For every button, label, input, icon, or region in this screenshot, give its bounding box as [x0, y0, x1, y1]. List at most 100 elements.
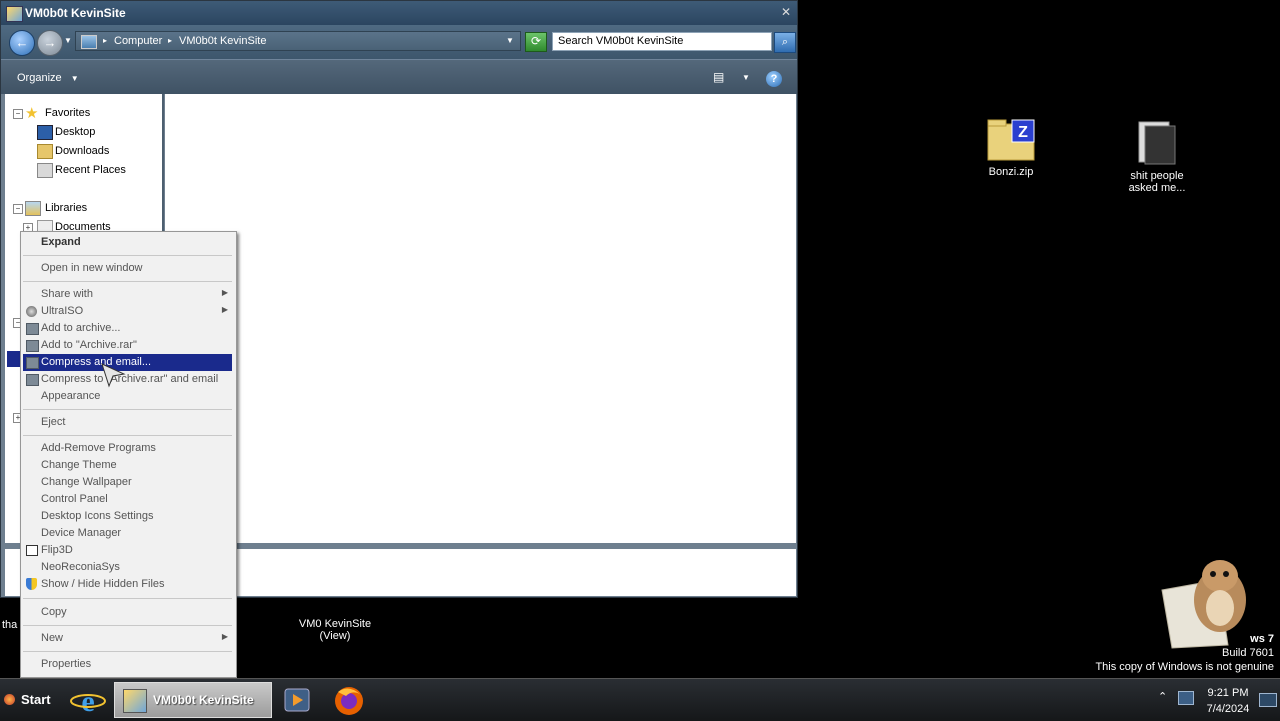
nav-item-recent-places[interactable]: Recent Places [55, 164, 126, 176]
menu-item-expand[interactable]: Expand [23, 234, 232, 251]
menu-item-add-to-archive-rar[interactable]: Add to "Archive.rar" [23, 337, 232, 354]
menu-item-copy[interactable]: Copy [23, 604, 232, 621]
computer-icon [81, 35, 97, 49]
history-dropdown-icon[interactable]: ▼ [64, 36, 72, 45]
menu-item-flip3d[interactable]: Flip3D [23, 542, 232, 559]
menu-label: Compress to "Archive.rar" and email [41, 373, 219, 385]
menu-item-show-hide-hidden-files[interactable]: Show / Hide Hidden Files [23, 576, 232, 593]
menu-item-control-panel[interactable]: Control Panel [23, 491, 232, 508]
refresh-button[interactable]: ⟳ [525, 32, 547, 52]
menu-item-compress-rar-email[interactable]: Compress to "Archive.rar" and email [23, 371, 232, 388]
show-hidden-icons-icon[interactable]: ⌃ [1158, 690, 1167, 703]
desktop-icon-folder[interactable]: shit people asked me... [1112, 118, 1202, 194]
taskbar-explorer-window[interactable]: VM0b0t KevinSite [114, 682, 272, 718]
system-clock[interactable]: 9:21 PM 7/4/2024 [1200, 685, 1256, 717]
firefox-icon [335, 687, 363, 715]
menu-label: Control Panel [41, 493, 108, 505]
menu-separator [23, 651, 232, 652]
help-icon[interactable]: ? [766, 71, 782, 87]
menu-item-add-remove-programs[interactable]: Add-Remove Programs [23, 440, 232, 457]
menu-separator [23, 255, 232, 256]
menu-item-new[interactable]: New ▶ [23, 630, 232, 647]
menu-item-device-manager[interactable]: Device Manager [23, 525, 232, 542]
desktop-icon [37, 125, 53, 140]
menu-item-ultraiso[interactable]: UltraISO ▶ [23, 303, 232, 320]
downloads-icon [37, 144, 53, 159]
menu-item-neoreconiasys[interactable]: NeoReconiaSys [23, 559, 232, 576]
menu-item-compress-and-email[interactable]: Compress and email... [23, 354, 232, 371]
menu-label: Change Wallpaper [41, 476, 132, 488]
nav-item-libraries[interactable]: Libraries [45, 202, 87, 214]
menu-item-open-new-window[interactable]: Open in new window [23, 260, 232, 277]
clock-time: 9:21 PM [1207, 687, 1249, 699]
explorer-icon [6, 6, 23, 22]
menu-item-change-wallpaper[interactable]: Change Wallpaper [23, 474, 232, 491]
menu-label: Change Theme [41, 459, 117, 471]
menu-item-desktop-icons-settings[interactable]: Desktop Icons Settings [23, 508, 232, 525]
menu-label: Show / Hide Hidden Files [41, 578, 165, 590]
menu-label: Compress and email... [41, 356, 152, 368]
breadcrumb-computer[interactable]: Computer [114, 35, 162, 47]
collapse-libraries-icon[interactable]: − [13, 204, 23, 214]
menu-label: Share with [41, 288, 93, 300]
file-list-area[interactable] [165, 94, 796, 543]
address-dropdown-icon[interactable]: ▼ [506, 36, 514, 45]
menu-item-change-theme[interactable]: Change Theme [23, 457, 232, 474]
collapse-favorites-icon[interactable]: − [13, 109, 23, 119]
close-button[interactable]: ✕ [779, 5, 793, 19]
internet-explorer-icon: e [70, 685, 106, 718]
arrow-left-icon: ← [15, 35, 29, 50]
menu-separator [23, 409, 232, 410]
libraries-icon [25, 201, 41, 216]
taskbar-window-title: VM0b0t KevinSite [153, 693, 254, 707]
folder-label-line1: shit people [1130, 170, 1184, 182]
desktop-partial-label: tha [2, 619, 18, 631]
submenu-arrow-icon: ▶ [221, 305, 228, 314]
network-icon[interactable] [1178, 691, 1194, 705]
explorer-icon [123, 689, 147, 713]
views-dropdown-icon[interactable]: ▼ [742, 73, 750, 82]
clock-date: 7/4/2024 [1206, 703, 1250, 715]
nav-item-desktop[interactable]: Desktop [55, 126, 95, 138]
submenu-arrow-icon: ▶ [221, 288, 228, 297]
action-center-icon[interactable] [1259, 693, 1277, 707]
menu-item-appearance[interactable]: Appearance [23, 388, 232, 405]
context-menu: Expand Open in new window Share with ▶ Ul… [20, 231, 237, 678]
menu-item-eject[interactable]: Eject [23, 414, 232, 431]
menu-separator [23, 281, 232, 282]
menu-label: Eject [41, 416, 66, 428]
address-box[interactable]: ▸ Computer ▸ VM0b0t KevinSite ▼ [75, 31, 521, 51]
svg-text:Z: Z [1018, 124, 1028, 141]
nav-item-favorites[interactable]: Favorites [45, 107, 90, 119]
breadcrumb-sep-icon: ▸ [103, 36, 108, 45]
taskbar-media-player[interactable] [276, 682, 320, 718]
desktop-icon-label: shit people asked me... [1112, 170, 1202, 194]
desktop-icon-label: VM0 KevinSite (View) [290, 618, 380, 642]
search-icon[interactable]: ⌕ [774, 32, 796, 53]
desktop-icon-vm-kevinsite[interactable]: VM0 KevinSite (View) [290, 598, 380, 642]
menu-item-properties[interactable]: Properties [23, 656, 232, 673]
views-icon[interactable]: ▤ [713, 70, 724, 84]
taskbar-firefox[interactable] [328, 682, 372, 718]
organize-button[interactable]: Organize ▼ [17, 72, 79, 84]
winrar-icon [26, 357, 39, 369]
menu-item-add-to-archive[interactable]: Add to archive... [23, 320, 232, 337]
ultraiso-icon [26, 306, 37, 317]
menu-label: UltraISO [41, 305, 84, 317]
chevron-down-icon: ▼ [70, 74, 79, 83]
forward-button[interactable]: → [37, 30, 63, 56]
start-button[interactable]: Start [2, 687, 54, 713]
selected-tree-item[interactable] [7, 351, 21, 367]
desktop-icon-bonzi-zip[interactable]: Z Bonzi.zip [966, 118, 1056, 178]
breadcrumb-current[interactable]: VM0b0t KevinSite [179, 35, 266, 47]
window-titlebar[interactable]: VM0b0t KevinSite ✕ [1, 1, 797, 25]
menu-item-share-with[interactable]: Share with ▶ [23, 286, 232, 303]
menu-separator [23, 598, 232, 599]
window-title: VM0b0t KevinSite [25, 6, 126, 20]
nav-item-downloads[interactable]: Downloads [55, 145, 109, 157]
taskbar-internet-explorer[interactable]: e [66, 682, 110, 718]
back-button[interactable]: ← [9, 30, 35, 56]
search-input[interactable]: Search VM0b0t KevinSite [552, 32, 772, 51]
mouse-cursor-icon [101, 363, 126, 388]
menu-label: Properties [41, 658, 92, 670]
